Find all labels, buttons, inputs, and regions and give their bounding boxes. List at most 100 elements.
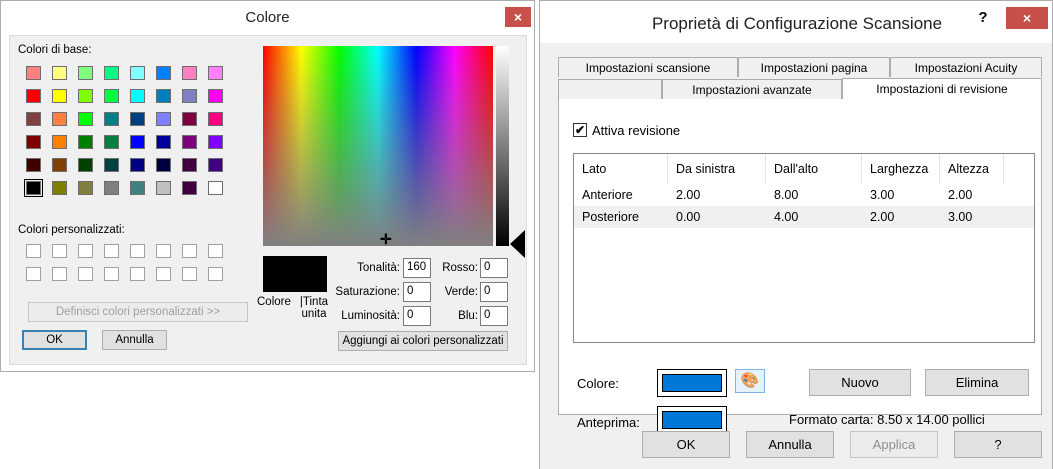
green-input[interactable]: 0 <box>480 282 508 302</box>
red-input[interactable]: 0 <box>480 258 508 278</box>
basic-color-swatch[interactable] <box>104 135 119 149</box>
apply-button[interactable]: Applica <box>850 431 938 458</box>
basic-color-swatch[interactable] <box>52 66 67 80</box>
custom-color-swatch[interactable] <box>182 267 197 281</box>
custom-color-swatch[interactable] <box>78 244 93 258</box>
custom-color-swatch[interactable] <box>156 267 171 281</box>
basic-color-swatch[interactable] <box>104 181 119 195</box>
custom-color-swatch[interactable] <box>52 244 67 258</box>
basic-color-swatch[interactable] <box>182 112 197 126</box>
close-button[interactable]: × <box>505 7 531 27</box>
basic-color-swatch[interactable] <box>104 66 119 80</box>
ok-button[interactable]: OK <box>22 330 87 350</box>
basic-color-swatch[interactable] <box>208 89 223 103</box>
basic-color-swatch[interactable] <box>130 158 145 172</box>
custom-color-swatch[interactable] <box>130 244 145 258</box>
ok-button[interactable]: OK <box>642 431 730 458</box>
saturation-input[interactable]: 0 <box>403 282 431 302</box>
basic-color-swatch[interactable] <box>52 181 67 195</box>
basic-color-swatch[interactable] <box>130 89 145 103</box>
custom-color-swatch[interactable] <box>78 267 93 281</box>
tab-impostazioni-pagina[interactable]: Impostazioni pagina <box>738 57 890 77</box>
tab-impostazioni-revisione[interactable]: Impostazioni di revisione <box>842 78 1042 100</box>
basic-color-swatch[interactable] <box>156 112 171 126</box>
custom-color-swatch[interactable] <box>52 267 67 281</box>
basic-color-swatch[interactable] <box>26 112 41 126</box>
basic-color-swatch[interactable] <box>52 135 67 149</box>
enable-revision-checkbox[interactable]: ✔ <box>573 123 587 137</box>
basic-color-swatch[interactable] <box>130 66 145 80</box>
column-header[interactable]: Larghezza <box>862 154 940 184</box>
help-title-button[interactable]: ? <box>970 7 996 29</box>
basic-color-swatch[interactable] <box>182 66 197 80</box>
revision-list[interactable]: Lato Da sinistra Dall'alto Larghezza Altezza… <box>573 153 1035 343</box>
define-custom-colors-button[interactable]: Definisci colori personalizzati >> <box>28 302 248 322</box>
column-header[interactable]: Da sinistra <box>668 154 766 184</box>
basic-color-swatch[interactable] <box>182 181 197 195</box>
basic-color-swatch[interactable] <box>52 112 67 126</box>
custom-color-swatch[interactable] <box>104 244 119 258</box>
tab-impostazioni-acuity[interactable]: Impostazioni Acuity <box>890 57 1042 77</box>
basic-color-swatch[interactable] <box>104 158 119 172</box>
basic-color-swatch[interactable] <box>156 158 171 172</box>
basic-color-swatch[interactable] <box>26 89 41 103</box>
basic-color-swatch[interactable] <box>26 158 41 172</box>
luminosity-input[interactable]: 0 <box>403 306 431 326</box>
basic-color-swatch[interactable] <box>104 89 119 103</box>
custom-color-swatch[interactable] <box>26 267 41 281</box>
cancel-button[interactable]: Annulla <box>102 330 167 350</box>
custom-color-swatch[interactable] <box>156 244 171 258</box>
custom-color-swatch[interactable] <box>208 244 223 258</box>
color-spectrum[interactable]: ✛ <box>263 46 493 246</box>
color-picker-button[interactable]: 🎨 <box>735 369 765 393</box>
close-button[interactable]: × <box>1006 7 1048 29</box>
tab-blank[interactable] <box>558 79 662 99</box>
custom-color-swatch[interactable] <box>208 267 223 281</box>
basic-color-swatch[interactable] <box>130 135 145 149</box>
delete-button[interactable]: Elimina <box>925 369 1029 396</box>
blue-input[interactable]: 0 <box>480 306 508 326</box>
basic-color-swatch[interactable] <box>182 158 197 172</box>
column-header[interactable]: Dall'alto <box>766 154 862 184</box>
tab-impostazioni-scansione[interactable]: Impostazioni scansione <box>558 57 738 77</box>
basic-color-swatch[interactable] <box>208 135 223 149</box>
help-button[interactable]: ? <box>954 431 1042 458</box>
custom-color-swatch[interactable] <box>104 267 119 281</box>
basic-color-swatch[interactable] <box>156 135 171 149</box>
basic-color-swatch[interactable] <box>156 181 171 195</box>
luminosity-slider[interactable] <box>496 46 509 246</box>
basic-color-swatch[interactable] <box>208 181 223 195</box>
tab-impostazioni-avanzate[interactable]: Impostazioni avanzate <box>662 79 842 99</box>
basic-color-swatch[interactable] <box>78 135 93 149</box>
basic-color-swatch[interactable] <box>130 181 145 195</box>
luminosity-pointer-icon[interactable] <box>510 230 525 258</box>
basic-color-swatch[interactable] <box>52 89 67 103</box>
custom-color-swatch[interactable] <box>26 244 41 258</box>
basic-color-swatch[interactable] <box>24 179 43 197</box>
hue-input[interactable]: 160 <box>403 258 431 278</box>
basic-color-swatch[interactable] <box>78 66 93 80</box>
new-button[interactable]: Nuovo <box>809 369 911 396</box>
add-custom-color-button[interactable]: Aggiungi ai colori personalizzati <box>338 331 508 351</box>
basic-color-swatch[interactable] <box>78 89 93 103</box>
column-header[interactable]: Altezza <box>940 154 1004 184</box>
basic-color-swatch[interactable] <box>78 158 93 172</box>
basic-color-swatch[interactable] <box>182 135 197 149</box>
basic-color-swatch[interactable] <box>78 181 93 195</box>
basic-color-swatch[interactable] <box>182 89 197 103</box>
basic-color-swatch[interactable] <box>104 112 119 126</box>
column-header[interactable]: Lato <box>574 154 668 184</box>
custom-color-swatch[interactable] <box>130 267 145 281</box>
basic-color-swatch[interactable] <box>208 158 223 172</box>
custom-color-swatch[interactable] <box>182 244 197 258</box>
basic-color-swatch[interactable] <box>130 112 145 126</box>
table-row[interactable]: Anteriore 2.00 8.00 3.00 2.00 <box>574 184 1034 206</box>
basic-color-swatch[interactable] <box>156 89 171 103</box>
basic-color-swatch[interactable] <box>156 66 171 80</box>
basic-color-swatch[interactable] <box>26 66 41 80</box>
cancel-button[interactable]: Annulla <box>746 431 834 458</box>
table-row[interactable]: Posteriore 0.00 4.00 2.00 3.00 <box>574 206 1034 228</box>
basic-color-swatch[interactable] <box>26 135 41 149</box>
basic-color-swatch[interactable] <box>208 66 223 80</box>
basic-color-swatch[interactable] <box>52 158 67 172</box>
